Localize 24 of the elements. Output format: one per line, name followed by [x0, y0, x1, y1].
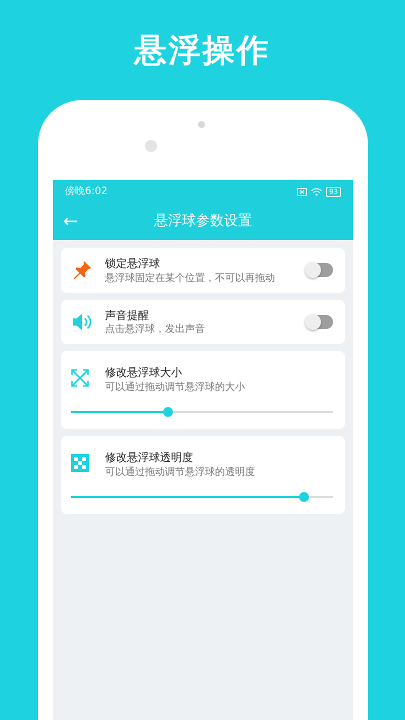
- setting-description: 可以通过拖动调节悬浮球的透明度: [105, 466, 256, 478]
- back-button[interactable]: ←: [63, 212, 78, 230]
- speaker-dot: [198, 121, 205, 128]
- pin-icon: [71, 259, 93, 282]
- slider-thumb[interactable]: [162, 407, 173, 417]
- status-time: 傍晚6:02: [65, 184, 108, 199]
- wifi-icon: [311, 188, 322, 196]
- setting-title: 声音提醒: [105, 308, 150, 324]
- speaker-icon: [71, 312, 93, 332]
- setting-title: 修改悬浮球透明度: [105, 450, 194, 466]
- headline: 悬浮操作: [134, 30, 270, 71]
- sim-icon: [297, 188, 308, 196]
- setting-description: 悬浮球固定在某个位置，不可以再拖动: [105, 272, 276, 284]
- slider-thumb[interactable]: [299, 492, 310, 502]
- checker-icon: [71, 454, 89, 472]
- setting-description: 点击悬浮球，发出声音: [105, 324, 206, 336]
- setting-title: 锁定悬浮球: [105, 256, 161, 272]
- camera-dot: [145, 140, 157, 152]
- toggle-switch[interactable]: [307, 263, 333, 278]
- setting-description: 可以通过拖动调节悬浮球的大小: [105, 382, 246, 394]
- toolbar-title: 悬浮球参数设置: [154, 212, 252, 231]
- expand-icon: [71, 369, 89, 387]
- toggle-switch[interactable]: [307, 314, 333, 329]
- setting-title: 修改悬浮球大小: [105, 365, 183, 381]
